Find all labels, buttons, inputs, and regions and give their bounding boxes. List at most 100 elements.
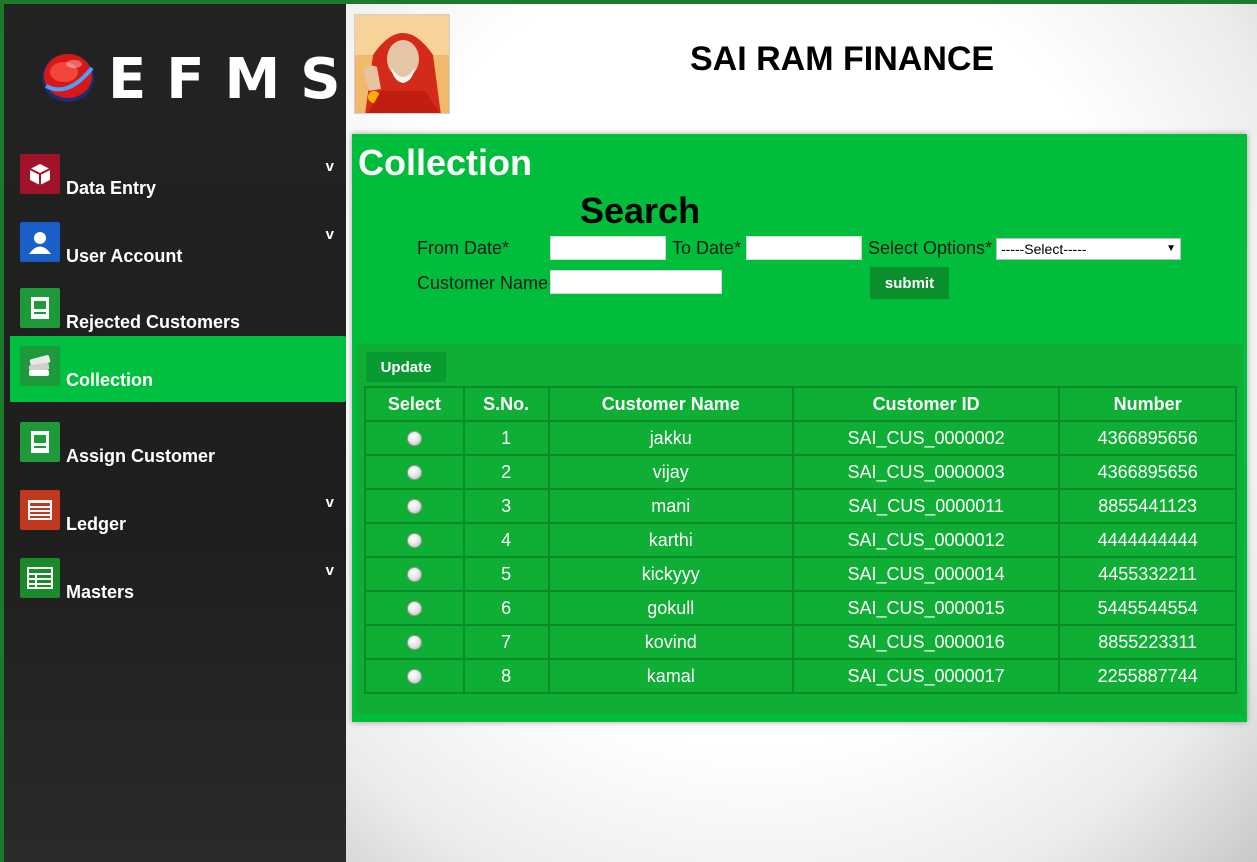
document-icon [20, 422, 60, 462]
table-icon [20, 558, 60, 598]
number-cell: 4366895656 [1058, 420, 1237, 456]
logo: EFMS [40, 44, 341, 114]
header-sno: S.No. [462, 386, 550, 422]
number-cell: 5445544554 [1058, 590, 1237, 626]
customer-id-cell: SAI_CUS_0000017 [791, 658, 1061, 694]
number-cell: 4455332211 [1058, 556, 1237, 592]
sidebar-item-label: Collection [66, 370, 154, 390]
sidebar-item-label: Assign Customer [66, 446, 216, 466]
select-options-value: -----Select----- [1001, 241, 1087, 257]
sidebar-item-data-entry[interactable]: Data Entry v [10, 144, 346, 210]
number-cell: 4366895656 [1058, 454, 1237, 490]
header-number: Number [1058, 386, 1237, 422]
table-row: 7 kovind SAI_CUS_0000016 8855223311 [364, 624, 1237, 660]
update-button[interactable]: Update [366, 352, 446, 382]
to-date-input[interactable] [746, 236, 862, 260]
customer-name-cell: kamal [547, 658, 794, 694]
number-cell: 8855223311 [1058, 624, 1237, 660]
row-select-radio[interactable] [406, 465, 422, 481]
sidebar-item-collection[interactable]: Collection [10, 336, 346, 402]
sidebar-item-label: User Account [66, 246, 183, 266]
customer-name-cell: kovind [547, 624, 794, 660]
customer-id-cell: SAI_CUS_0000014 [791, 556, 1061, 592]
customer-id-cell: SAI_CUS_0000011 [791, 488, 1061, 524]
select-cell [364, 556, 465, 592]
table-row: 2 vijay SAI_CUS_0000003 4366895656 [364, 454, 1237, 490]
row-select-radio[interactable] [406, 533, 422, 549]
customer-id-cell: SAI_CUS_0000003 [791, 454, 1061, 490]
row-select-radio[interactable] [406, 567, 422, 583]
number-cell: 8855441123 [1058, 488, 1237, 524]
sidebar-item-label: Data Entry [66, 178, 157, 198]
table-area: Update Select S.No. Customer Name Custom… [356, 344, 1243, 714]
header-customer-name: Customer Name [547, 386, 794, 422]
main-content: SAI RAM FINANCE Collection Search From D… [346, 4, 1257, 862]
logo-disc-icon [42, 54, 94, 102]
sidebar-item-user-account[interactable]: User Account v [10, 212, 346, 278]
chevron-down-icon[interactable]: v [326, 494, 334, 511]
sno-cell: 8 [462, 658, 550, 694]
sidebar-item-label: Ledger [66, 514, 127, 534]
app-title: SAI RAM FINANCE [690, 40, 995, 78]
chevron-down-icon: ▼ [1166, 243, 1176, 254]
sno-cell: 2 [462, 454, 550, 490]
chevron-down-icon[interactable]: v [326, 226, 334, 243]
sno-cell: 7 [462, 624, 550, 660]
from-date-input[interactable] [550, 236, 666, 260]
select-cell [364, 590, 465, 626]
sidebar-item-assign-customer[interactable]: Assign Customer [10, 412, 346, 478]
select-options-dropdown[interactable]: -----Select----- ▼ [996, 238, 1181, 260]
number-cell: 4444444444 [1058, 522, 1237, 558]
customer-name-cell: gokull [547, 590, 794, 626]
select-cell [364, 522, 465, 558]
row-select-radio[interactable] [406, 499, 422, 515]
customer-id-cell: SAI_CUS_0000015 [791, 590, 1061, 626]
select-cell [364, 658, 465, 694]
row-select-radio[interactable] [406, 431, 422, 447]
section-title: Collection [358, 142, 533, 183]
header-select: Select [364, 386, 465, 422]
sno-cell: 5 [462, 556, 550, 592]
select-cell [364, 420, 465, 456]
sno-cell: 3 [462, 488, 550, 524]
sidebar: EFMS Data Entry v User Account v Rejected Cu… [4, 4, 346, 862]
to-date-label: To Date* [672, 238, 742, 258]
collection-panel: Collection Search From Date* To Date* Se… [352, 134, 1247, 722]
sidebar-item-rejected-customers[interactable]: Rejected Customers [10, 278, 346, 344]
logo-text: EFMS [108, 47, 361, 112]
customer-name-cell: mani [547, 488, 794, 524]
table-header-row: Select S.No. Customer Name Customer ID N… [364, 386, 1237, 422]
select-cell [364, 624, 465, 660]
customer-id-cell: SAI_CUS_0000002 [791, 420, 1061, 456]
sno-cell: 6 [462, 590, 550, 626]
table-row: 3 mani SAI_CUS_0000011 8855441123 [364, 488, 1237, 524]
number-cell: 2255887744 [1058, 658, 1237, 694]
box-icon [20, 154, 60, 194]
sidebar-item-masters[interactable]: Masters v [10, 548, 346, 614]
submit-button[interactable]: submit [870, 267, 949, 299]
portrait-image [354, 14, 450, 114]
row-select-radio[interactable] [406, 601, 422, 617]
customer-name-input[interactable] [550, 270, 722, 294]
table-row: 5 kickyyy SAI_CUS_0000014 4455332211 [364, 556, 1237, 592]
customer-name-cell: vijay [547, 454, 794, 490]
table-row: 1 jakku SAI_CUS_0000002 4366895656 [364, 420, 1237, 456]
customer-name-cell: kickyyy [547, 556, 794, 592]
sidebar-item-ledger[interactable]: Ledger v [10, 480, 346, 546]
sno-cell: 4 [462, 522, 550, 558]
search-title: Search [580, 190, 701, 231]
chevron-down-icon[interactable]: v [326, 158, 334, 175]
ledger-icon [20, 490, 60, 530]
customer-name-label: Customer Name [417, 273, 549, 293]
row-select-radio[interactable] [406, 669, 422, 685]
select-cell [364, 454, 465, 490]
table-row: 4 karthi SAI_CUS_0000012 4444444444 [364, 522, 1237, 558]
customer-name-cell: jakku [547, 420, 794, 456]
sno-cell: 1 [462, 420, 550, 456]
document-icon [20, 288, 60, 328]
select-cell [364, 488, 465, 524]
sidebar-item-label: Rejected Customers [66, 312, 241, 332]
user-icon [20, 222, 60, 262]
row-select-radio[interactable] [406, 635, 422, 651]
chevron-down-icon[interactable]: v [326, 562, 334, 579]
